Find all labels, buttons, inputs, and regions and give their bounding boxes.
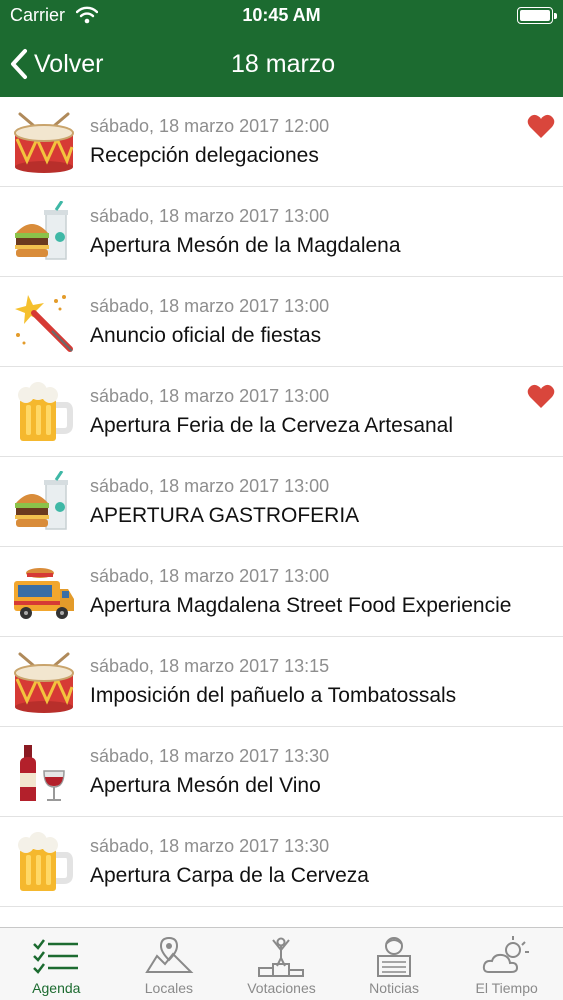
tab-label: Votaciones — [247, 980, 316, 996]
event-date: sábado, 18 marzo 2017 13:00 — [90, 566, 330, 586]
event-date: sábado, 18 marzo 2017 13:30 — [90, 746, 330, 766]
heart-icon[interactable] — [527, 383, 555, 409]
newspaper-reader-icon — [368, 934, 420, 978]
heart-icon[interactable] — [527, 113, 555, 139]
event-row[interactable]: sábado, 18 marzo 2017 13:00 Anuncio ofici… — [0, 277, 563, 367]
firecracker-icon — [12, 291, 76, 355]
food-truck-icon — [12, 561, 76, 625]
event-title: Recepción delegaciones — [90, 144, 319, 167]
beer-mug-icon — [12, 831, 76, 895]
event-row[interactable]: sábado, 18 marzo 2017 12:00 Recepción del… — [0, 97, 563, 187]
beer-mug-icon — [12, 381, 76, 445]
event-row[interactable]: sábado, 18 marzo 2017 13:00 Apertura Magd… — [0, 547, 563, 637]
header: Carrier 10:45 AM Volver 18 marzo — [0, 0, 563, 97]
event-date: sábado, 18 marzo 2017 13:15 — [90, 656, 330, 676]
nav-bar: Volver 18 marzo — [0, 32, 563, 97]
status-bar: Carrier 10:45 AM — [0, 0, 563, 32]
tab-label: Agenda — [32, 980, 81, 996]
event-date: sábado, 18 marzo 2017 13:00 — [90, 296, 330, 316]
podium-icon — [255, 934, 307, 978]
event-row[interactable]: sábado, 18 marzo 2017 13:00 Apertura Mesó… — [0, 187, 563, 277]
map-pin-icon — [143, 934, 195, 978]
event-date: sábado, 18 marzo 2017 13:30 — [90, 836, 330, 856]
event-date: sábado, 18 marzo 2017 12:00 — [90, 116, 330, 136]
tab-bar: Agenda Locales Votaciones Noticias El Ti… — [0, 927, 563, 1000]
drum-icon — [12, 111, 76, 175]
page-title: 18 marzo — [231, 50, 336, 78]
event-row[interactable]: sábado, 18 marzo 2017 13:30 Apertura Mesó… — [0, 727, 563, 817]
drum-icon — [12, 651, 76, 715]
chevron-left-icon — [11, 49, 27, 79]
event-row[interactable]: sábado, 18 marzo 2017 13:00 Apertura Feri… — [0, 367, 563, 457]
back-button[interactable]: Volver — [10, 44, 103, 84]
event-row[interactable]: sábado, 18 marzo 2017 13:15 Imposición de… — [0, 637, 563, 727]
weather-icon — [481, 934, 533, 978]
status-time: 10:45 AM — [242, 5, 321, 25]
event-title: Imposición del pañuelo a Tombatossals — [90, 684, 457, 707]
event-title: Anuncio oficial de fiestas — [90, 324, 322, 347]
battery-icon — [517, 7, 557, 24]
event-date: sábado, 18 marzo 2017 13:00 — [90, 206, 330, 226]
checklist-icon — [30, 934, 82, 978]
event-title: Apertura Magdalena Street Food Experienc… — [90, 594, 512, 617]
event-title: Apertura Feria de la Cerveza Artesanal — [90, 414, 454, 437]
event-row[interactable]: sábado, 18 marzo 2017 13:00 APERTURA GAST… — [0, 457, 563, 547]
burger-drink-icon — [12, 200, 76, 265]
event-title: Apertura Carpa de la Cerveza — [90, 864, 369, 887]
wine-icon — [12, 741, 76, 805]
tab-label: El Tiempo — [475, 980, 538, 996]
tab-podium[interactable]: Votaciones — [225, 928, 338, 1000]
tab-label: Noticias — [369, 980, 419, 996]
event-row[interactable]: sábado, 18 marzo 2017 13:30 Apertura Carp… — [0, 817, 563, 907]
tab-label: Locales — [144, 980, 194, 996]
tab-newspaper-reader[interactable]: Noticias — [338, 928, 451, 1000]
event-title: APERTURA GASTROFERIA — [90, 504, 360, 527]
event-title: Apertura Mesón del Vino — [90, 774, 321, 797]
event-list[interactable]: sábado, 18 marzo 2017 12:00 Recepción del… — [0, 97, 563, 927]
tab-map-pin[interactable]: Locales — [113, 928, 226, 1000]
event-title: Apertura Mesón de la Magdalena — [90, 234, 401, 257]
tab-weather[interactable]: El Tiempo — [450, 928, 563, 1000]
event-date: sábado, 18 marzo 2017 13:00 — [90, 386, 330, 406]
tab-checklist[interactable]: Agenda — [0, 928, 113, 1000]
back-label: Volver — [34, 49, 104, 78]
burger-drink-icon — [12, 470, 76, 535]
event-date: sábado, 18 marzo 2017 13:00 — [90, 476, 330, 496]
